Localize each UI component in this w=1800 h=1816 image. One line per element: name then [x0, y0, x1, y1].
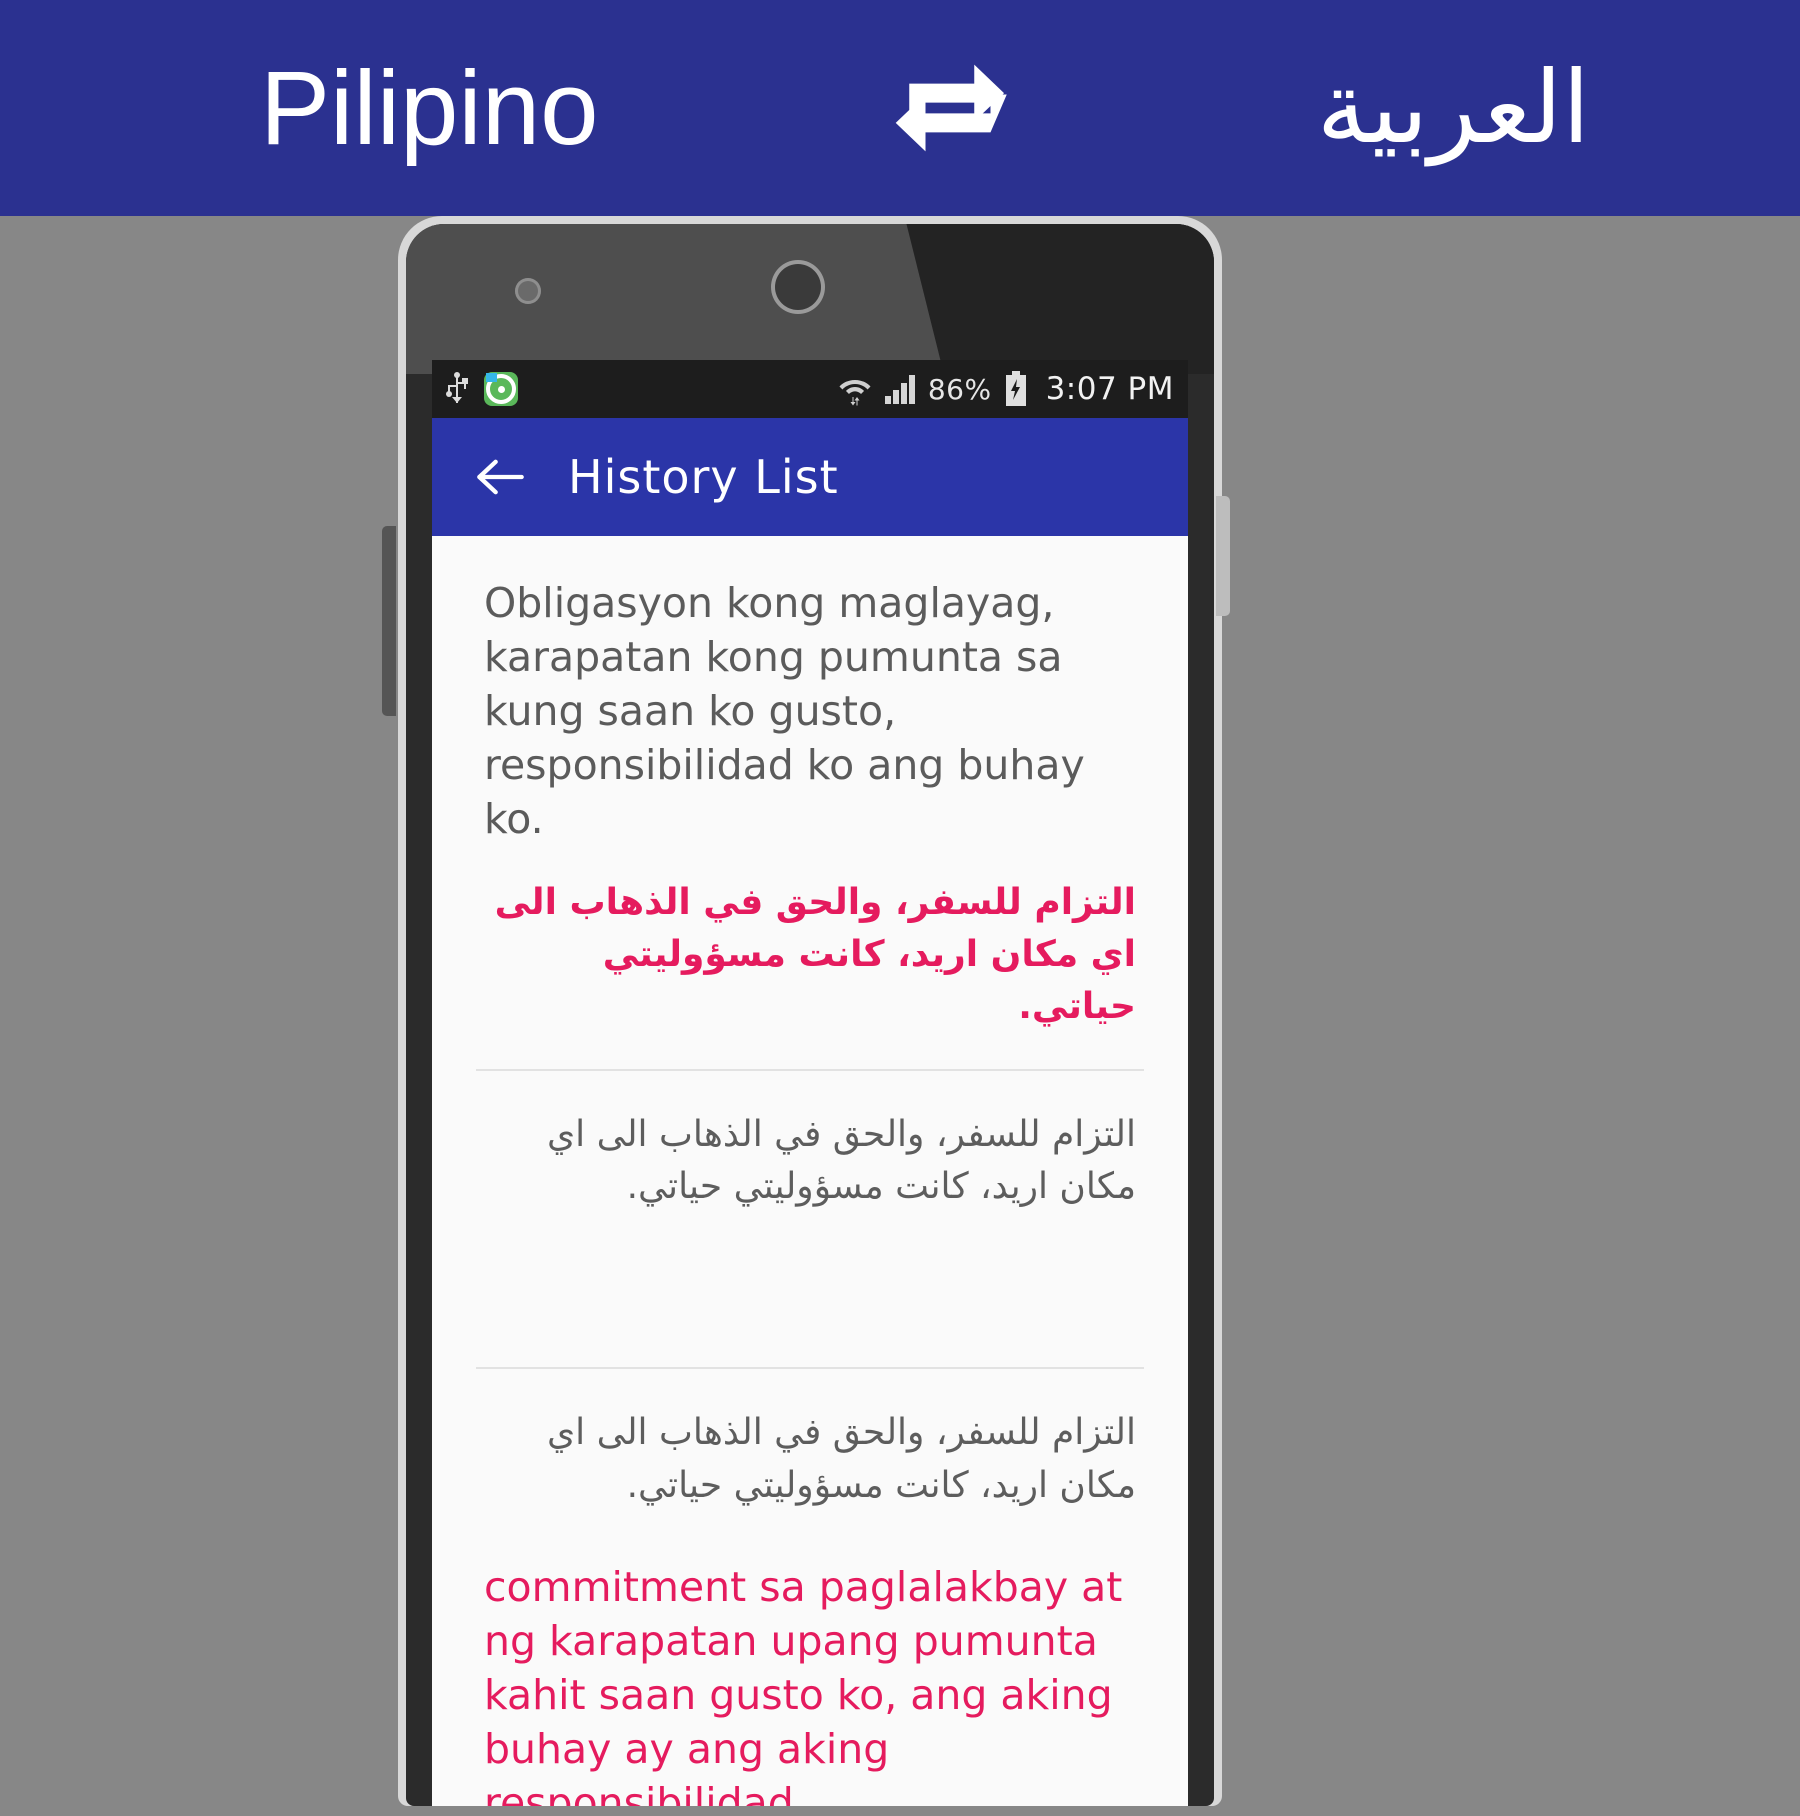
list-item[interactable]: Obligasyon kong maglayag, karapatan kong…	[470, 536, 1150, 1069]
list-item[interactable]: التزام للسفر، والحق في الذهاب الى اي مكا…	[470, 1071, 1150, 1367]
history-source-text: التزام للسفر، والحق في الذهاب الى اي مكا…	[546, 1412, 1136, 1506]
clock-label: 3:07 PM	[1045, 371, 1174, 407]
list-item[interactable]: التزام للسفر، والحق في الذهاب الى اي مكا…	[470, 1369, 1150, 1806]
wifi-icon	[839, 380, 871, 406]
source-language-label[interactable]: Pilipino	[260, 56, 599, 161]
swap-repeat-icon	[895, 64, 1007, 152]
status-bar: 86% 3:07 PM	[432, 360, 1188, 418]
target-language-label[interactable]: العربية	[1317, 58, 1590, 158]
history-target-text: التزام للسفر، والحق في الذهاب الى اي مكا…	[494, 881, 1136, 1027]
history-list[interactable]: Obligasyon kong maglayag, karapatan kong…	[432, 536, 1188, 1806]
android-screen: 86% 3:07 PM History List Obligasyon kong…	[432, 360, 1188, 1806]
proximity-sensor-icon	[515, 278, 541, 304]
phone-mockup: 86% 3:07 PM History List Obligasyon kong…	[382, 216, 1230, 1816]
page-title: History List	[568, 450, 839, 504]
history-source-text: Obligasyon kong maglayag, karapatan kong…	[484, 579, 1085, 844]
status-bar-right: 86% 3:07 PM	[838, 371, 1174, 407]
usb-icon	[446, 372, 468, 403]
swap-languages-button[interactable]	[878, 28, 1038, 188]
back-arrow-icon[interactable]	[474, 451, 526, 503]
power-button[interactable]	[1216, 496, 1230, 616]
history-target-text: commitment sa paglalakbay at ng karapata…	[484, 1562, 1123, 1806]
language-banner: Pilipino العربية	[0, 0, 1800, 216]
history-target-text-empty	[470, 1237, 1150, 1357]
screenshot-root: Pilipino العربية 86% 3:07 PM History Lis…	[0, 0, 1800, 1806]
volume-button[interactable]	[382, 526, 396, 716]
battery-charging-icon	[1005, 371, 1026, 406]
status-bar-left	[446, 372, 518, 406]
history-source-text: التزام للسفر، والحق في الذهاب الى اي مكا…	[546, 1114, 1136, 1208]
app-bar: History List	[432, 418, 1188, 536]
front-camera-icon	[775, 264, 821, 310]
battery-percent-label: 86%	[927, 372, 992, 406]
app-notification-icon	[484, 372, 518, 406]
cellular-signal-icon	[884, 375, 915, 404]
app-icon-corner	[486, 373, 497, 382]
